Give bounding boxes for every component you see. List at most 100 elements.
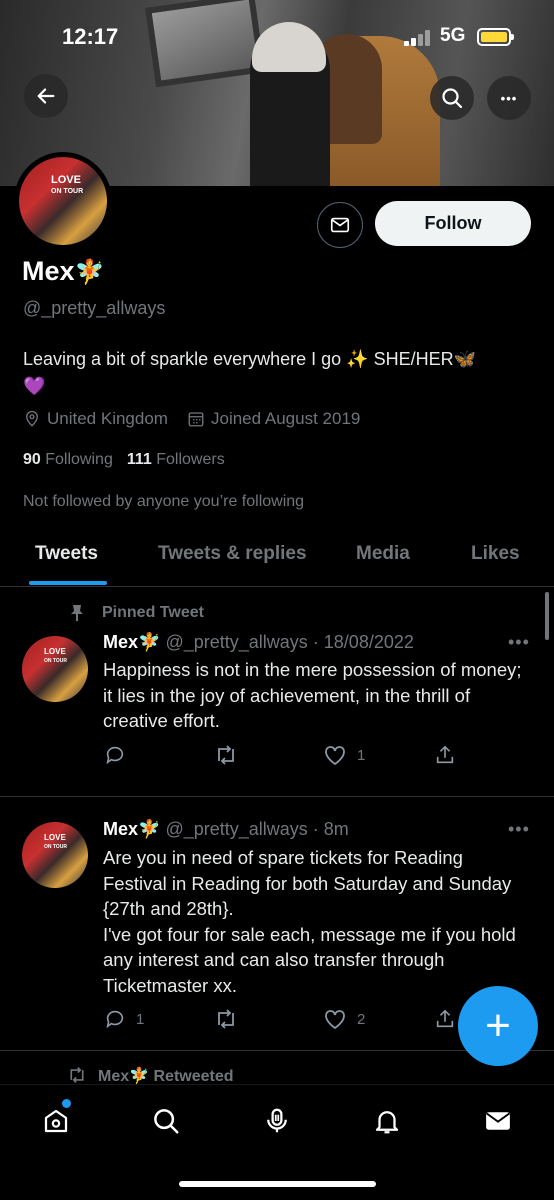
tweet-text[interactable]: Happiness is not in the mere possession … xyxy=(103,657,523,734)
bio-line: Leaving a bit of sparkle everywhere I go… xyxy=(23,349,477,369)
reply-icon xyxy=(106,1010,124,1029)
avatar-caption: LOVE xyxy=(44,647,66,656)
profile-joined: Joined August 2019 xyxy=(187,409,360,429)
profile-name: Mex🧚 xyxy=(22,256,104,287)
retweet-icon xyxy=(218,745,234,765)
divider xyxy=(0,586,554,587)
tab-likes[interactable]: Likes xyxy=(471,543,520,565)
reply-count: 1 xyxy=(136,1010,145,1028)
profile-name-text: Mex xyxy=(22,256,75,286)
retweet-icon xyxy=(70,1067,84,1083)
avatar-caption: ON TOUR xyxy=(51,188,84,195)
reply-button[interactable] xyxy=(104,744,136,766)
like-count: 1 xyxy=(357,746,366,764)
active-tab-indicator xyxy=(29,581,107,585)
avatar-caption: LOVE xyxy=(44,833,66,842)
more-button[interactable]: ••• xyxy=(487,76,531,120)
home-indicator xyxy=(179,1181,376,1187)
bio-line: 💜 xyxy=(23,376,46,396)
fairy-emoji: 🧚 xyxy=(129,1068,150,1084)
profile-handle: @_pretty_allways xyxy=(23,298,166,318)
scrollbar[interactable] xyxy=(545,592,549,640)
search-icon xyxy=(442,88,463,109)
fairy-emoji: 🧚 xyxy=(138,819,161,839)
tweet-author: Mex xyxy=(103,632,139,652)
search-icon xyxy=(154,1109,179,1134)
follow-stats: 90 Following 111 Followers xyxy=(23,451,225,469)
nav-home[interactable] xyxy=(36,1099,76,1141)
retweet-button[interactable] xyxy=(214,1008,248,1030)
following-link[interactable]: 90 Following xyxy=(23,451,113,469)
avatar-caption: LOVE xyxy=(51,174,81,186)
tweet-more-button[interactable]: ••• xyxy=(508,819,530,840)
retweeted-label: Mex🧚 Retweeted xyxy=(66,1066,234,1084)
pinned-text: Pinned Tweet xyxy=(102,604,204,621)
reply-button[interactable]: 1 xyxy=(104,1008,144,1030)
battery-icon xyxy=(477,28,514,46)
nav-search[interactable] xyxy=(146,1101,186,1141)
signal-icon xyxy=(404,30,434,46)
network-label: 5G xyxy=(440,25,466,46)
reply-icon xyxy=(106,746,124,765)
pin-icon xyxy=(71,605,83,621)
banner-hat xyxy=(252,22,326,72)
tweet-more-button[interactable]: ••• xyxy=(508,632,530,653)
status-time: 12:17 xyxy=(62,24,119,49)
retweeted-text: Retweeted xyxy=(153,1068,234,1084)
like-count: 2 xyxy=(357,1010,366,1028)
joined-text: Joined August 2019 xyxy=(211,409,361,428)
home-icon xyxy=(44,1109,68,1133)
avatar-caption: ON TOUR xyxy=(44,844,67,850)
following-count: 90 xyxy=(23,451,41,468)
nav-notifications[interactable] xyxy=(367,1101,407,1141)
back-button[interactable] xyxy=(24,74,68,118)
banner-window-shape xyxy=(144,0,266,88)
followers-link[interactable]: 111 Followers xyxy=(127,451,225,469)
follow-button[interactable]: Follow xyxy=(375,201,531,246)
tweet-avatar[interactable]: LOVE ON TOUR xyxy=(22,822,88,888)
pinned-tweet-label: Pinned Tweet xyxy=(70,604,204,622)
spaces-microphone-icon xyxy=(267,1108,287,1133)
notification-dot xyxy=(62,1099,71,1108)
bottom-navigation xyxy=(0,1084,554,1200)
calendar-icon xyxy=(188,412,204,427)
retweet-button[interactable] xyxy=(214,744,248,766)
tweet-header: Mex🧚 @_pretty_allways · 18/08/2022 xyxy=(103,632,414,653)
followers-count: 111 xyxy=(126,451,152,468)
like-button[interactable]: 2 xyxy=(323,1008,365,1030)
bell-icon xyxy=(375,1111,399,1134)
share-button[interactable] xyxy=(434,1008,456,1030)
avatar[interactable]: LOVE ON TOUR xyxy=(14,152,112,250)
like-button[interactable]: 1 xyxy=(323,744,365,766)
share-button[interactable] xyxy=(434,744,456,766)
fairy-emoji: 🧚 xyxy=(74,259,105,286)
more-icon: ••• xyxy=(500,90,518,106)
nav-spaces[interactable] xyxy=(257,1101,297,1141)
tab-tweets-replies[interactable]: Tweets & replies xyxy=(158,543,307,565)
search-button[interactable] xyxy=(430,76,474,120)
share-icon xyxy=(436,745,454,764)
profile-bio: Leaving a bit of sparkle everywhere I go… xyxy=(23,346,533,400)
share-icon xyxy=(436,1009,454,1028)
tab-media[interactable]: Media xyxy=(356,543,410,565)
compose-tweet-button[interactable]: + xyxy=(458,986,538,1066)
retweeter-name: Mex xyxy=(98,1068,130,1084)
not-followed-note: Not followed by anyone you’re following xyxy=(23,493,305,510)
tweet-header: Mex🧚 @_pretty_allways · 8m xyxy=(103,819,349,840)
tweet-meta: @_pretty_allways · 8m xyxy=(165,819,349,839)
fairy-emoji: 🧚 xyxy=(138,632,161,652)
location-pin-icon xyxy=(26,410,38,427)
followers-label: Followers xyxy=(156,451,225,468)
message-button[interactable] xyxy=(317,202,363,248)
avatar-caption: ON TOUR xyxy=(44,658,67,664)
tweet-text[interactable]: Are you in need of spare tickets for Rea… xyxy=(103,845,523,998)
tweet-avatar[interactable]: LOVE ON TOUR xyxy=(22,636,88,702)
nav-messages[interactable] xyxy=(478,1101,518,1141)
heart-icon xyxy=(325,746,345,766)
divider xyxy=(0,796,554,797)
retweet-icon xyxy=(218,1009,234,1029)
heart-icon xyxy=(325,1010,345,1030)
arrow-left-icon xyxy=(37,88,55,104)
tab-tweets[interactable]: Tweets xyxy=(35,543,98,565)
location-text: United Kingdom xyxy=(47,409,168,428)
